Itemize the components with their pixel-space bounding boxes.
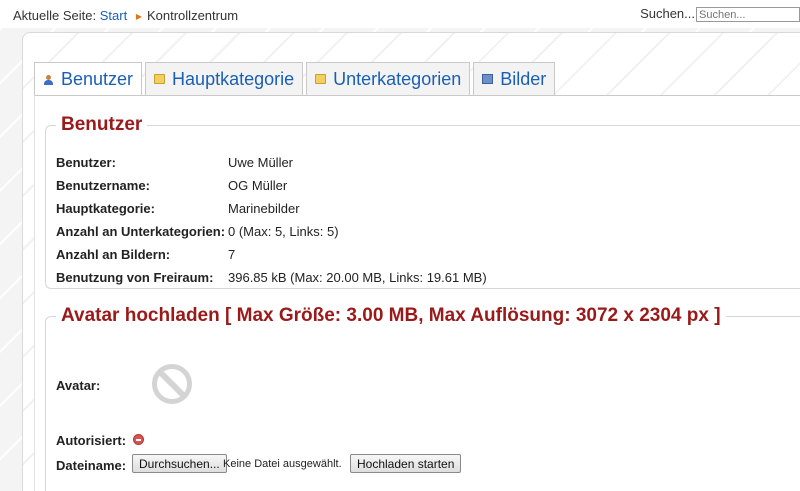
top-bar: Aktuelle Seite: Start ▶ Kontrollzentrum S…	[0, 0, 800, 28]
info-value: 0 (Max: 5, Links: 5)	[228, 224, 339, 239]
authorized-label: Autorisiert:	[56, 433, 127, 448]
tab-label: Bilder	[500, 68, 547, 89]
info-value: Marinebilder	[228, 201, 300, 216]
info-label: Benutzung von Freiraum:	[56, 270, 214, 285]
info-label: Anzahl an Unterkategorien:	[56, 224, 226, 239]
info-label: Hauptkategorie:	[56, 201, 155, 216]
breadcrumb-current: Kontrollzentrum	[146, 8, 239, 23]
avatar-label: Avatar:	[56, 378, 101, 393]
no-file-text: Keine Datei ausgewählt.	[223, 458, 342, 470]
filename-label: Dateiname:	[56, 458, 127, 473]
info-label: Benutzer:	[56, 155, 116, 170]
breadcrumb-separator-icon: ▶	[135, 12, 142, 21]
tab-unterkategorien[interactable]: Unterkategorien	[306, 62, 471, 95]
user-icon	[43, 74, 54, 85]
search-label: Suchen...	[640, 6, 695, 21]
breadcrumb-prefix: Aktuelle Seite:	[13, 8, 97, 23]
info-label: Benutzername:	[56, 178, 150, 193]
avatar-section-title: Avatar hochladen [ Max Größe: 3.00 MB, M…	[56, 305, 726, 327]
tab-hauptkategorie[interactable]: Hauptkategorie	[145, 62, 304, 95]
folder-icon	[154, 74, 166, 84]
tab-label: Unterkategorien	[333, 68, 462, 89]
tab-benutzer[interactable]: Benutzer	[34, 62, 143, 96]
search-input[interactable]	[696, 7, 800, 23]
info-value: 7	[228, 247, 236, 262]
info-value: OG Müller	[228, 178, 288, 193]
tab-label: Hauptkategorie	[172, 68, 295, 89]
info-value: Uwe Müller	[228, 155, 294, 170]
user-info-section: Benutzer Benutzer: Uwe Müller Benutzerna…	[45, 114, 800, 289]
info-label: Anzahl an Bildern:	[56, 247, 171, 262]
tab-bilder[interactable]: Bilder	[473, 62, 556, 95]
tab-label: Benutzer	[61, 69, 134, 89]
search-box: Suchen...	[640, 6, 800, 23]
info-value: 396.85 kB (Max: 20.00 MB, Links: 19.61 M…	[228, 270, 487, 285]
not-authorized-icon	[133, 434, 144, 445]
breadcrumb: Aktuelle Seite: Start ▶ Kontrollzentrum	[13, 8, 238, 23]
folder-icon	[315, 74, 327, 84]
user-section-title: Benutzer	[56, 114, 148, 136]
tab-bar: Benutzer Hauptkategorie Unterkategorien …	[34, 62, 558, 96]
browse-button[interactable]: Durchsuchen...	[132, 454, 227, 473]
tab-content: Benutzer Benutzer: Uwe Müller Benutzerna…	[34, 95, 800, 491]
breadcrumb-home-link[interactable]: Start	[100, 8, 127, 23]
avatar-upload-section: Avatar hochladen [ Max Größe: 3.00 MB, M…	[45, 305, 800, 491]
upload-button[interactable]: Hochladen starten	[350, 454, 462, 473]
image-icon	[482, 74, 494, 84]
no-avatar-icon	[152, 364, 192, 404]
